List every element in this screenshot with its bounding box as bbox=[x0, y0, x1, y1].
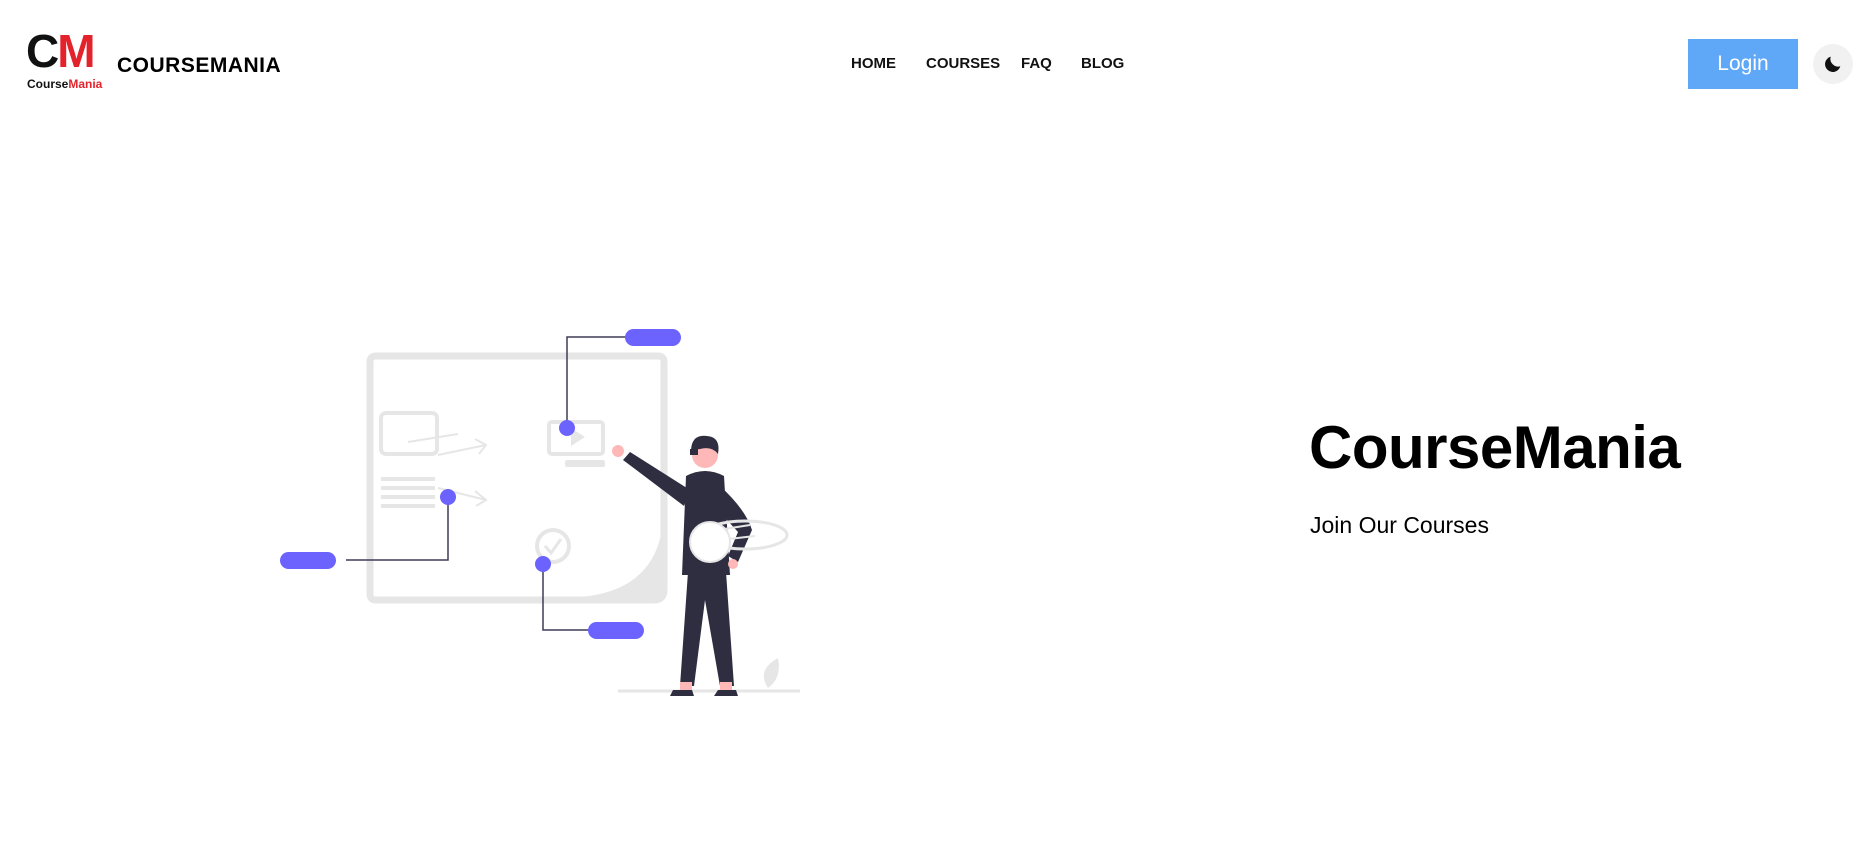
hero-title: CourseMania bbox=[1309, 414, 1681, 481]
moon-icon bbox=[1825, 56, 1841, 72]
hero-subtitle: Join Our Courses bbox=[1310, 512, 1489, 538]
brand-name[interactable]: COURSEMANIA bbox=[117, 53, 281, 79]
logo[interactable]: CM CourseMania bbox=[26, 26, 104, 94]
connectors bbox=[346, 336, 640, 631]
nav-home[interactable]: HOME bbox=[851, 54, 896, 74]
online-learning-illustration bbox=[280, 329, 800, 696]
logo-mark: CM bbox=[26, 25, 96, 77]
logo-letter-m: M bbox=[57, 25, 95, 77]
logo-subtext: CourseMania bbox=[27, 77, 102, 91]
logo-sub-course: Course bbox=[27, 77, 69, 91]
logo-sub-mania: Mania bbox=[68, 77, 103, 91]
plant-leaf bbox=[763, 658, 779, 688]
nav-courses[interactable]: COURSES bbox=[926, 54, 1000, 74]
page: CM CourseMania COURSEMANIA HOME COURSES … bbox=[0, 0, 1863, 863]
screen-frame bbox=[366, 352, 668, 604]
login-button[interactable]: Login bbox=[1688, 39, 1798, 89]
person-figure bbox=[612, 435, 789, 696]
nav-faq[interactable]: FAQ bbox=[1021, 54, 1052, 74]
nav-blog[interactable]: BLOG bbox=[1081, 54, 1124, 74]
logo-letter-c: C bbox=[26, 25, 59, 77]
theme-toggle-button[interactable] bbox=[1813, 44, 1853, 84]
